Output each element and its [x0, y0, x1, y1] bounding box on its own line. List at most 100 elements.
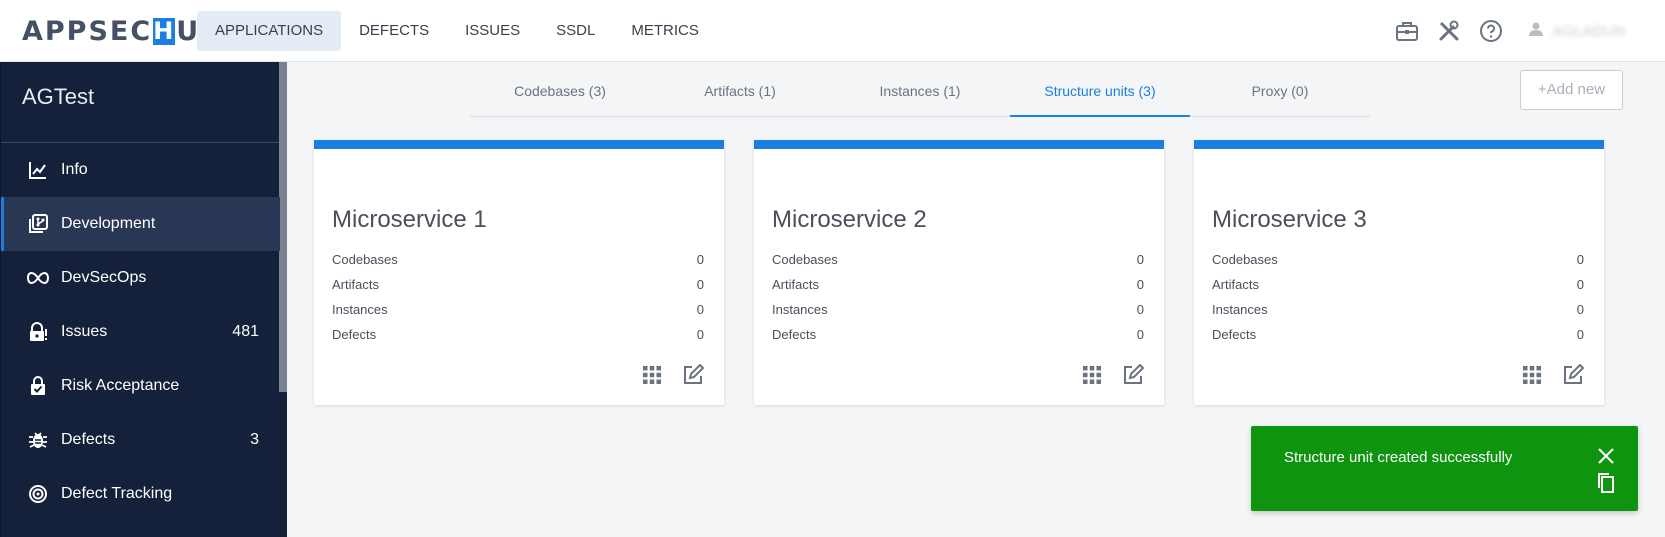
sidebar-item-devsecops[interactable]: DevSecOps: [1, 251, 280, 305]
stat-label: Artifacts: [1212, 277, 1259, 292]
structure-unit-card: Microservice 2 Codebases 0 Artifacts 0 Ins…: [754, 140, 1164, 405]
sidebar-item-label: Issues: [61, 323, 108, 340]
chart-line-icon: [27, 159, 49, 181]
edit-icon[interactable]: [680, 362, 706, 388]
nav-defects[interactable]: DEFECTS: [341, 11, 447, 51]
help-icon[interactable]: [1476, 16, 1506, 46]
sidebar-scrollbar[interactable]: [279, 62, 287, 392]
tools-icon[interactable]: [1434, 16, 1464, 46]
nav-issues[interactable]: ISSUES: [447, 11, 538, 51]
sidebar-item-info[interactable]: Info: [1, 143, 280, 197]
project-title: AGTest: [1, 62, 287, 143]
header-actions: AGLADUN: [1380, 16, 1625, 46]
stat-value: 0: [696, 302, 704, 317]
stat-label: Defects: [1212, 327, 1257, 342]
card-actions: [624, 362, 706, 388]
briefcase-icon[interactable]: [1392, 16, 1422, 46]
card-accent-bar: [754, 140, 1164, 149]
tab-proxy[interactable]: Proxy (0): [1190, 66, 1370, 116]
stat-label: Codebases: [332, 252, 398, 267]
stat-row: Instances 0: [332, 302, 704, 327]
stat-label: Codebases: [1212, 252, 1278, 267]
card-stats: Codebases 0 Artifacts 0 Instances 0 Defects…: [332, 252, 704, 352]
card-accent-bar: [314, 140, 724, 149]
sidebar-item-label: DevSecOps: [61, 269, 147, 286]
grid-icon[interactable]: [1079, 362, 1105, 388]
logo-text-part1: APPSEC: [22, 15, 153, 47]
sidebar-item-label: Defects: [61, 431, 116, 448]
stat-label: Codebases: [772, 252, 838, 267]
stat-label: Defects: [772, 327, 817, 342]
success-toast: Structure unit created successfully: [1251, 426, 1638, 511]
appsechub-logo[interactable]: APPSECHUB: [22, 14, 223, 48]
subnav-tabs: Codebases (3) Artifacts (1) Instances (1…: [470, 66, 1370, 117]
stat-value: 0: [1576, 277, 1584, 292]
tab-instances[interactable]: Instances (1): [830, 66, 1010, 116]
defects-count: 3: [250, 431, 259, 448]
stat-value: 0: [1136, 252, 1144, 267]
sidebar-item-risk-acceptance[interactable]: Risk Acceptance: [1, 359, 280, 413]
sidebar-item-defects[interactable]: Defects 3: [1, 413, 280, 467]
sidebar-item-development[interactable]: Development: [1, 197, 280, 251]
card-accent-bar: [1194, 140, 1604, 149]
grid-icon[interactable]: [639, 362, 665, 388]
logo-h-mark: H: [153, 16, 176, 45]
card-stats: Codebases 0 Artifacts 0 Instances 0 Defects…: [1212, 252, 1584, 352]
shield-check-icon: [27, 375, 49, 397]
sidebar-item-defect-tracking[interactable]: Defect Tracking: [1, 467, 280, 521]
nav-applications[interactable]: APPLICATIONS: [197, 11, 342, 51]
stat-row: Artifacts 0: [332, 277, 704, 302]
stat-label: Artifacts: [332, 277, 379, 292]
sidebar-item-issues[interactable]: Issues 481: [1, 305, 280, 359]
stat-row: Artifacts 0: [772, 277, 1144, 302]
tab-artifacts[interactable]: Artifacts (1): [650, 66, 830, 116]
target-icon: [27, 483, 49, 505]
sidebar: AGTest Info Development DevSecOps Issues…: [0, 62, 287, 537]
card-title: Microservice 3: [1212, 206, 1367, 233]
card-actions: [1504, 362, 1586, 388]
edit-icon[interactable]: [1120, 362, 1146, 388]
add-new-button[interactable]: +Add new: [1520, 70, 1623, 110]
nav-metrics[interactable]: METRICS: [613, 11, 717, 51]
stat-row: Defects 0: [772, 327, 1144, 352]
stat-value: 0: [1136, 302, 1144, 317]
issues-count: 481: [232, 323, 259, 340]
close-icon[interactable]: [1596, 446, 1616, 466]
stat-value: 0: [696, 277, 704, 292]
stat-value: 0: [696, 327, 704, 342]
tab-structure-units[interactable]: Structure units (3): [1010, 66, 1190, 117]
grid-icon[interactable]: [1519, 362, 1545, 388]
tab-codebases[interactable]: Codebases (3): [470, 66, 650, 116]
user-menu[interactable]: AGLADUN: [1528, 21, 1625, 42]
user-name: AGLADUN: [1552, 22, 1625, 40]
stat-row: Artifacts 0: [1212, 277, 1584, 302]
stat-label: Instances: [332, 302, 388, 317]
card-title: Microservice 1: [332, 206, 487, 233]
card-stats: Codebases 0 Artifacts 0 Instances 0 Defects…: [772, 252, 1144, 352]
structure-unit-card: Microservice 3 Codebases 0 Artifacts 0 Ins…: [1194, 140, 1604, 405]
stat-label: Instances: [772, 302, 828, 317]
lock-alert-icon: [27, 321, 49, 343]
toast-message: Structure unit created successfully: [1284, 449, 1513, 466]
stat-label: Instances: [1212, 302, 1268, 317]
sidebar-item-label: Development: [61, 215, 156, 232]
stat-value: 0: [1576, 327, 1584, 342]
stat-label: Defects: [332, 327, 377, 342]
sidebar-item-label: Defect Tracking: [61, 485, 173, 502]
copy-icon[interactable]: [1596, 472, 1616, 494]
stat-row: Instances 0: [772, 302, 1144, 327]
sidebar-menu: Info Development DevSecOps Issues 481 Ri…: [1, 143, 280, 521]
stat-value: 0: [1136, 327, 1144, 342]
user-icon: [1528, 21, 1544, 42]
main-nav: APPLICATIONS DEFECTS ISSUES SSDL METRICS: [197, 11, 717, 51]
code-branch-icon: [27, 213, 49, 235]
stat-row: Codebases 0: [332, 252, 704, 277]
nav-ssdl[interactable]: SSDL: [538, 11, 613, 51]
stat-row: Defects 0: [1212, 327, 1584, 352]
stat-row: Defects 0: [332, 327, 704, 352]
card-actions: [1064, 362, 1146, 388]
edit-icon[interactable]: [1560, 362, 1586, 388]
stat-value: 0: [1576, 252, 1584, 267]
infinity-icon: [27, 267, 49, 289]
stat-value: 0: [1576, 302, 1584, 317]
